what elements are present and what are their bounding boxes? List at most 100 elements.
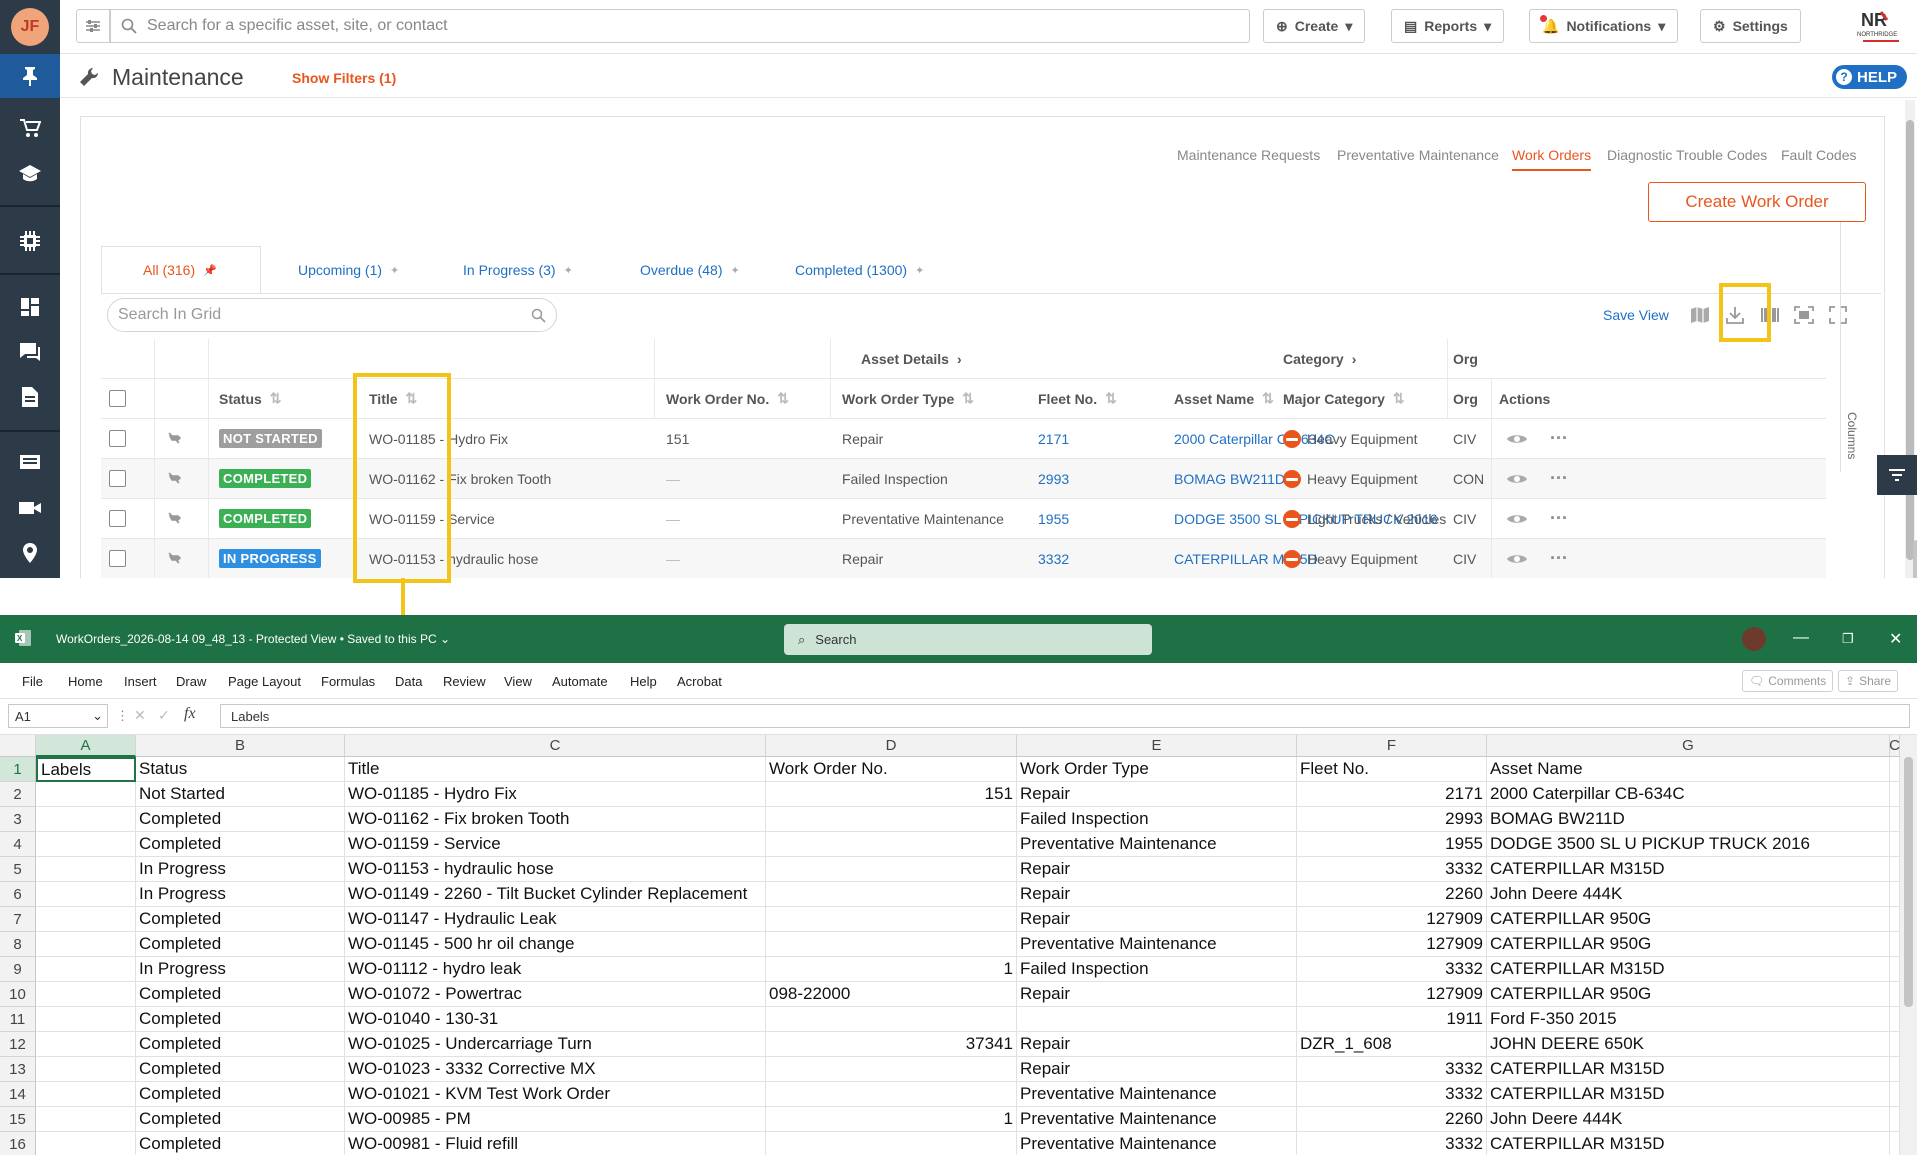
row-header[interactable]: 10 (0, 982, 36, 1007)
cell[interactable]: WO-01159 - Service (345, 832, 766, 857)
cell[interactable]: Completed (136, 1107, 345, 1132)
cell[interactable] (1890, 982, 1900, 1007)
columns-panel-toggle[interactable]: Columns (1840, 222, 1866, 472)
column-header-e[interactable]: E (1017, 735, 1297, 757)
message-icon[interactable] (0, 443, 60, 483)
cell[interactable]: 3332 (1297, 1082, 1487, 1107)
table-row[interactable]: COMPLETED WO-01159 - Service — Preventative… (101, 499, 1826, 539)
cell[interactable] (36, 1007, 136, 1032)
tab-in-progress[interactable]: In Progress (3) ✦ (463, 262, 573, 278)
row-checkbox[interactable] (109, 419, 126, 458)
ribbon-tab-file[interactable]: File (22, 674, 43, 689)
cell[interactable]: Completed (136, 982, 345, 1007)
sheet-scrollbar[interactable] (1900, 735, 1917, 1155)
column-work-order-type[interactable]: Work Order Type ⇅ (842, 379, 974, 418)
avatar[interactable] (1742, 627, 1766, 651)
subnav-fault-codes[interactable]: Fault Codes (1781, 147, 1856, 163)
ribbon-tab-draw[interactable]: Draw (176, 674, 206, 689)
header-cell[interactable]: Fleet No. (1297, 757, 1487, 782)
cell[interactable]: Repair (1017, 1032, 1297, 1057)
row-checkbox[interactable] (109, 539, 126, 578)
restore-icon[interactable]: ❐ (1842, 631, 1854, 647)
header-cell[interactable]: Title (345, 757, 766, 782)
cell[interactable]: Failed Inspection (1017, 957, 1297, 982)
cell[interactable] (36, 857, 136, 882)
column-header-c[interactable]: C (345, 735, 766, 757)
sort-icon[interactable]: ⇅ (1105, 390, 1117, 407)
row-checkbox[interactable] (109, 459, 126, 498)
fit-screen-icon[interactable] (1792, 303, 1816, 327)
cell[interactable]: Repair (1017, 857, 1297, 882)
column-major-category[interactable]: Major Category ⇅ (1283, 379, 1405, 418)
cell[interactable] (766, 1082, 1017, 1107)
column-header-a[interactable]: A (36, 735, 136, 757)
cell[interactable]: Repair (1017, 907, 1297, 932)
cell[interactable] (1890, 782, 1900, 807)
cell[interactable]: Completed (136, 1057, 345, 1082)
enter-icon[interactable]: ✓ (158, 707, 170, 724)
cell[interactable]: DZR_1_608 (1297, 1032, 1487, 1057)
row-header[interactable]: 2 (0, 782, 36, 807)
view-eye-icon[interactable] (1506, 539, 1528, 578)
view-eye-icon[interactable] (1506, 499, 1528, 538)
header-cell[interactable]: Labels (36, 757, 136, 782)
cell[interactable]: 127909 (1297, 932, 1487, 957)
row-header[interactable]: 9 (0, 957, 36, 982)
cell[interactable]: Preventative Maintenance (1017, 1082, 1297, 1107)
column-header-f[interactable]: F (1297, 735, 1487, 757)
cell[interactable] (36, 932, 136, 957)
cell[interactable]: John Deere 444K (1487, 1107, 1890, 1132)
cell[interactable]: In Progress (136, 957, 345, 982)
cell[interactable]: In Progress (136, 882, 345, 907)
sort-icon[interactable]: ⇅ (270, 390, 282, 407)
sort-icon[interactable]: ⇅ (406, 390, 418, 407)
cell[interactable]: 2993 (1297, 807, 1487, 832)
cell[interactable] (36, 982, 136, 1007)
pin-icon[interactable]: ✦ (390, 264, 399, 277)
graduation-cap-icon[interactable] (0, 153, 60, 193)
cell[interactable]: Not Started (136, 782, 345, 807)
cell[interactable] (1890, 932, 1900, 957)
more-actions-icon[interactable]: ··· (1550, 459, 1568, 498)
cell[interactable] (36, 1132, 136, 1155)
cell[interactable]: 127909 (1297, 907, 1487, 932)
cell[interactable]: Preventative Maintenance (1017, 832, 1297, 857)
view-eye-icon[interactable] (1506, 419, 1528, 458)
cell[interactable]: Repair (1017, 782, 1297, 807)
cell[interactable] (36, 1057, 136, 1082)
cell[interactable]: JOHN DEERE 650K (1487, 1032, 1890, 1057)
cell[interactable]: 098-22000 (766, 982, 1017, 1007)
select-all-checkbox[interactable] (109, 379, 126, 418)
sort-icon[interactable]: ⇅ (1393, 390, 1405, 407)
cell[interactable]: CATERPILLAR 950G (1487, 982, 1890, 1007)
column-header-g[interactable]: G (1487, 735, 1890, 757)
fleet-no-link[interactable]: 2993 (1038, 459, 1069, 498)
cell[interactable]: Completed (136, 832, 345, 857)
cell[interactable]: 3332 (1297, 1057, 1487, 1082)
cell[interactable]: 151 (766, 782, 1017, 807)
unpin-icon[interactable] (167, 499, 183, 538)
ribbon-tab-insert[interactable]: Insert (124, 674, 157, 689)
fleet-no-link[interactable]: 3332 (1038, 539, 1069, 578)
ribbon-tab-review[interactable]: Review (443, 674, 486, 689)
cell[interactable] (1890, 832, 1900, 857)
cell[interactable] (1890, 1132, 1900, 1155)
cell[interactable]: Completed (136, 1132, 345, 1155)
cell[interactable]: 2260 (1297, 882, 1487, 907)
cell[interactable] (36, 1082, 136, 1107)
cell[interactable] (766, 1057, 1017, 1082)
header-cell[interactable]: Status (136, 757, 345, 782)
cell[interactable]: 127909 (1297, 982, 1487, 1007)
column-status[interactable]: Status ⇅ (219, 379, 282, 418)
cell[interactable]: Completed (136, 1032, 345, 1057)
ribbon-tab-formulas[interactable]: Formulas (321, 674, 375, 689)
avatar[interactable]: JF (11, 8, 49, 46)
table-row[interactable]: COMPLETED WO-01162 - Fix broken Tooth — Fai… (101, 459, 1826, 499)
save-view-link[interactable]: Save View (1603, 307, 1669, 323)
column-work-order-no[interactable]: Work Order No. ⇅ (666, 379, 789, 418)
cell[interactable]: John Deere 444K (1487, 882, 1890, 907)
cell[interactable]: WO-00981 - Fluid refill (345, 1132, 766, 1155)
cell[interactable]: 2000 Caterpillar CB-634C (1487, 782, 1890, 807)
cell[interactable] (1890, 882, 1900, 907)
pin-icon[interactable]: ✦ (730, 264, 739, 277)
